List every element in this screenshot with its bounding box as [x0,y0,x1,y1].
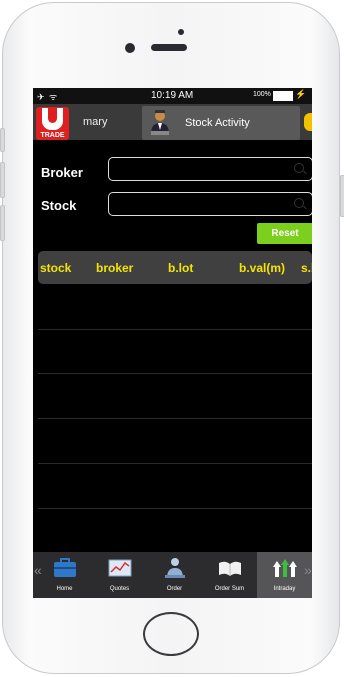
status-bar: ✈ ᯤ 10:19 AM 100% ⚡ [33,88,312,104]
stock-label: Stock [41,198,77,213]
order-person-icon [165,558,185,578]
quotes-chart-icon [108,559,132,577]
logo-text: TRADE [40,132,65,139]
tab-intraday-label: Intraday [273,586,296,592]
search-icon [294,163,304,173]
broker-input[interactable] [113,160,287,180]
tab-home[interactable]: Home [37,552,92,598]
home-button[interactable] [143,612,199,656]
top-nav-bar: TRADE mary Stock Activity [33,104,312,140]
col-b-val[interactable]: b.val(m) [239,261,285,275]
tab-home-label: Home [56,586,73,592]
proximity-sensor [178,29,184,35]
stock-input[interactable] [113,195,287,215]
charging-icon: ⚡ [295,89,307,99]
tab-quotes[interactable]: Quotes [92,552,147,598]
mute-switch [0,128,5,152]
broker-search-field[interactable] [108,157,312,181]
intraday-arrows-icon [273,559,297,577]
tab-order-label: Order [166,586,183,592]
col-b-lot[interactable]: b.lot [168,261,193,275]
home-briefcase-icon [54,558,76,577]
col-broker[interactable]: broker [96,261,133,275]
volume-down-button [0,205,5,241]
row-divider [38,463,312,464]
tab-summary[interactable]: mary [83,116,107,128]
col-stock[interactable]: stock [40,261,71,275]
table-header: stock broker b.lot b.val(m) s.l [38,251,312,284]
tab-order[interactable]: Order [147,552,202,598]
tab-order-sum[interactable]: Order Sum [202,552,257,598]
active-tab-label: Stock Activity [185,117,250,129]
row-divider [38,329,312,330]
tab-order-sum-label: Order Sum [214,586,245,592]
tab-stock-activity[interactable]: Stock Activity [142,106,300,140]
bottom-tab-bar: « Home Quotes Order Order Sum Intraday » [33,552,312,598]
front-camera [125,43,135,53]
reset-button[interactable]: Reset [257,223,312,244]
app-screen: ✈ ᯤ 10:19 AM 100% ⚡ TRADE mary Stock Act… [33,88,312,598]
stock-search-field[interactable] [108,192,312,216]
earpiece-speaker [151,44,187,51]
col-s-lot[interactable]: s.l [301,261,312,275]
order-sum-book-icon [219,561,241,576]
app-logo[interactable]: TRADE [36,107,69,140]
status-time: 10:19 AM [151,90,194,101]
broker-label: Broker [41,165,83,180]
power-button [340,175,344,217]
tab-quotes-label: Quotes [109,586,130,592]
volume-up-button [0,162,5,198]
row-divider [38,508,312,509]
tab-next-icon[interactable] [304,113,312,131]
search-icon [294,198,304,208]
row-divider [38,373,312,374]
logo-u-icon [42,108,63,130]
row-divider [38,418,312,419]
battery-percent: 100% [253,91,271,98]
scroll-right-icon[interactable]: » [304,562,312,578]
battery-icon [273,91,293,101]
broker-avatar-icon [151,110,169,135]
signal-icon: ✈ ᯤ [37,92,59,102]
